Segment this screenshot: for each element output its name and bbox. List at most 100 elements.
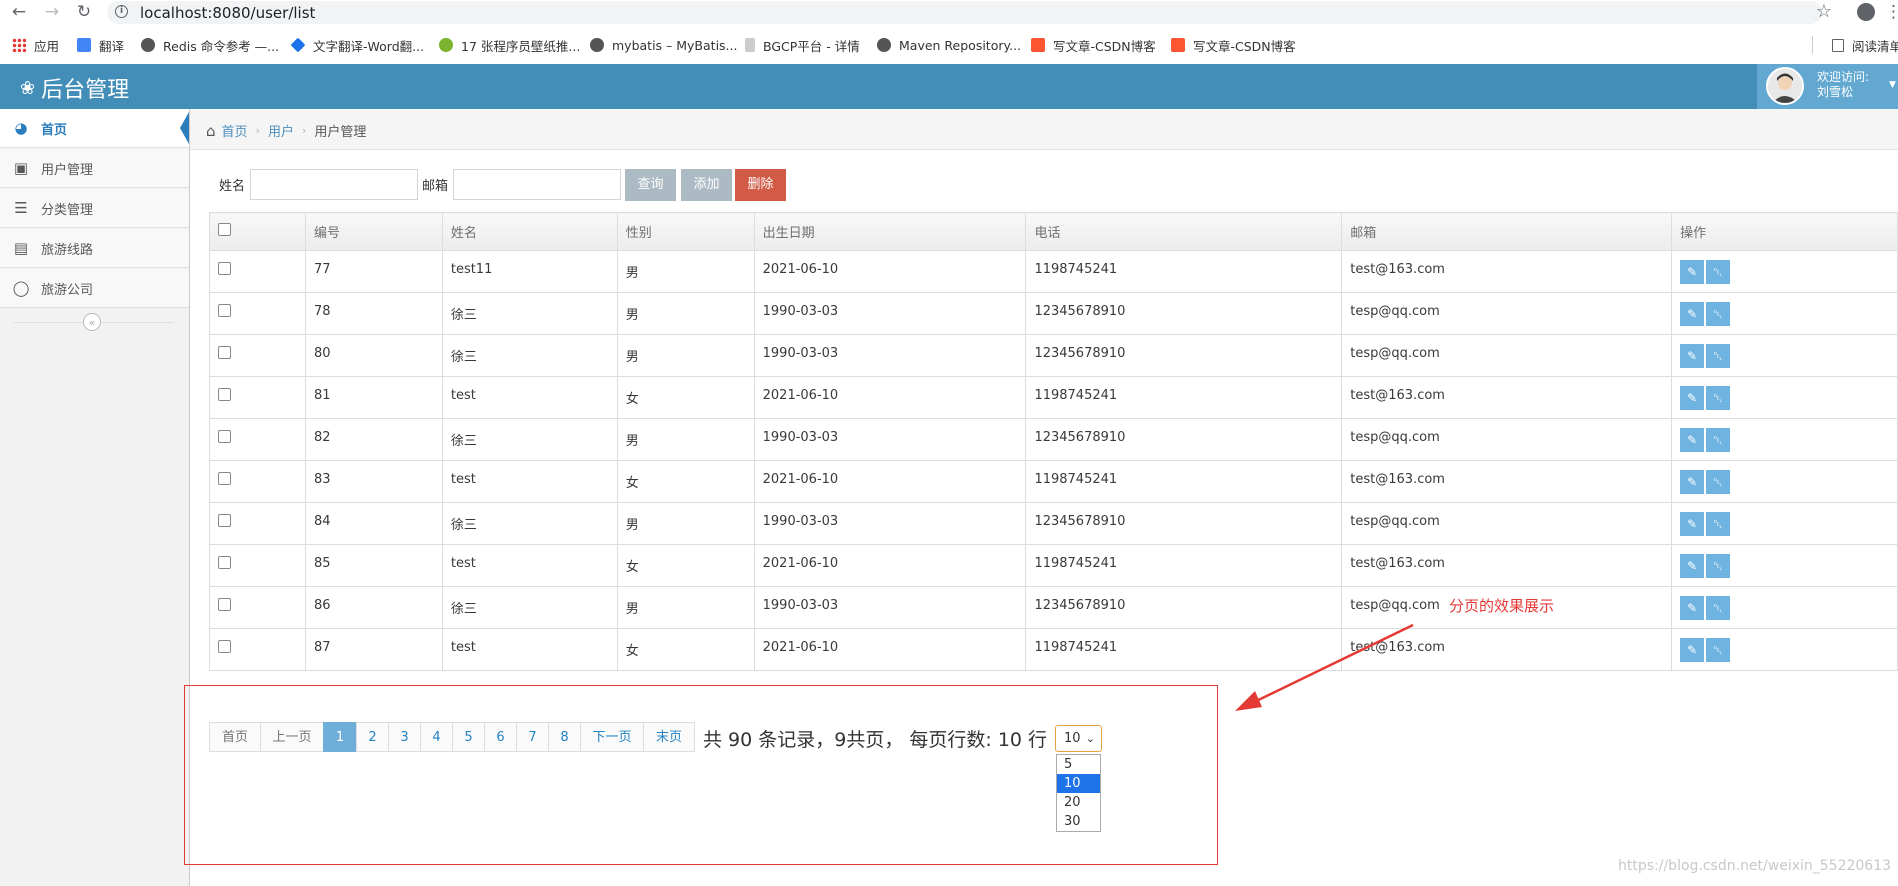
brand[interactable]: ❀ 后台管理 xyxy=(20,72,129,104)
bookmark-translate[interactable]: 翻译 xyxy=(77,36,124,54)
trash-icon[interactable]: ␡ xyxy=(1706,428,1731,452)
page-size-option[interactable]: 10 xyxy=(1057,774,1100,793)
collapse-sidebar-icon[interactable]: « xyxy=(83,313,101,331)
column-header[interactable]: 出生日期 xyxy=(753,212,1027,251)
row-checkbox[interactable] xyxy=(218,430,231,443)
reload-icon[interactable]: ↻ xyxy=(73,2,95,22)
table-cell: 80 xyxy=(304,334,443,377)
bookmark-wallpaper[interactable]: 17 张程序员壁纸推... xyxy=(439,36,580,54)
bookmark-bgcp[interactable]: BGCP平台 - 详情 xyxy=(745,36,860,54)
row-checkbox[interactable] xyxy=(218,640,231,653)
column-header[interactable]: 姓名 xyxy=(441,212,618,251)
pager-page[interactable]: 7 xyxy=(516,722,549,752)
menu-dots-icon[interactable]: ⋮ xyxy=(1885,2,1898,22)
query-button[interactable]: 查询 xyxy=(625,169,676,201)
globe-icon xyxy=(141,38,155,52)
edit-pencil-icon[interactable]: ✎ xyxy=(1680,260,1705,284)
pager-page[interactable]: 8 xyxy=(548,722,581,752)
pager-last[interactable]: 末页 xyxy=(643,722,695,752)
table-cell: 1990-03-03 xyxy=(753,502,1027,545)
trash-icon[interactable]: ␡ xyxy=(1706,554,1731,578)
table-cell: 2021-06-10 xyxy=(753,250,1027,293)
page-size-option[interactable]: 20 xyxy=(1057,793,1100,812)
name-input[interactable] xyxy=(250,169,418,200)
pager-page[interactable]: 5 xyxy=(452,722,485,752)
page-size-select[interactable]: 10 ⌄ xyxy=(1055,725,1102,752)
edit-pencil-icon[interactable]: ✎ xyxy=(1680,638,1705,662)
edit-pencil-icon[interactable]: ✎ xyxy=(1680,302,1705,326)
sidebar-item-categories[interactable]: ☰ 分类管理 xyxy=(0,189,189,228)
address-bar[interactable]: i localhost:8080/user/list xyxy=(107,1,1822,24)
pager-info: 共 90 条记录，9共页， 每页行数: 10 行 xyxy=(703,729,1048,751)
bookmark-csdn-2[interactable]: 写文章-CSDN博客 xyxy=(1171,36,1296,54)
delete-button[interactable]: 删除 xyxy=(735,169,786,201)
edit-pencil-icon[interactable]: ✎ xyxy=(1680,596,1705,620)
row-checkbox[interactable] xyxy=(218,556,231,569)
pager-prev[interactable]: 上一页 xyxy=(260,722,324,752)
column-header[interactable]: 性别 xyxy=(616,212,755,251)
sidebar-item-routes[interactable]: ▤ 旅游线路 xyxy=(0,229,189,268)
row-checkbox[interactable] xyxy=(218,472,231,485)
row-checkbox[interactable] xyxy=(218,262,231,275)
edit-pencil-icon[interactable]: ✎ xyxy=(1680,428,1705,452)
trash-icon[interactable]: ␡ xyxy=(1706,512,1731,536)
site-info-icon[interactable]: i xyxy=(115,5,128,18)
profile-icon[interactable] xyxy=(1857,3,1875,21)
page-size-option[interactable]: 5 xyxy=(1057,755,1100,774)
edit-pencil-icon[interactable]: ✎ xyxy=(1680,470,1705,494)
email-input[interactable] xyxy=(453,169,621,200)
back-arrow-icon[interactable]: ← xyxy=(8,2,30,22)
sidebar-item-home[interactable]: ◕ 首页 xyxy=(0,109,189,148)
browser-toolbar: ← → ↻ i localhost:8080/user/list ☆ ⋮ xyxy=(0,0,1898,25)
table-cell: 1990-03-03 xyxy=(753,418,1027,461)
bookmark-csdn-1[interactable]: 写文章-CSDN博客 xyxy=(1031,36,1156,54)
row-checkbox[interactable] xyxy=(218,598,231,611)
row-checkbox[interactable] xyxy=(218,388,231,401)
sidebar-item-companies[interactable]: ◯ 旅游公司 xyxy=(0,269,189,308)
reading-list[interactable]: 阅读清单 xyxy=(1832,36,1898,54)
page-size-option[interactable]: 30 xyxy=(1057,812,1100,831)
trash-icon[interactable]: ␡ xyxy=(1706,260,1731,284)
bookmark-maven[interactable]: Maven Repository... xyxy=(877,36,1021,54)
row-checkbox[interactable] xyxy=(218,514,231,527)
bookmarks-bar: 应用 翻译 Redis 命令参考 —... 文字翻译-Word翻... 17 张… xyxy=(0,25,1898,65)
bookmark-apps[interactable]: 应用 xyxy=(12,36,59,54)
page-size-value: 10 xyxy=(1064,731,1081,746)
forward-arrow-icon[interactable]: → xyxy=(41,2,63,22)
pager-first[interactable]: 首页 xyxy=(209,722,261,752)
trash-icon[interactable]: ␡ xyxy=(1706,386,1731,410)
add-button[interactable]: 添加 xyxy=(681,169,732,201)
bookmark-mybatis[interactable]: mybatis – MyBatis... xyxy=(590,36,737,54)
breadcrumb-home[interactable]: 首页 xyxy=(222,121,248,140)
row-select-cell xyxy=(209,586,306,629)
trash-icon[interactable]: ␡ xyxy=(1706,638,1731,662)
edit-pencil-icon[interactable]: ✎ xyxy=(1680,554,1705,578)
column-header[interactable]: 编号 xyxy=(304,212,443,251)
breadcrumb-users[interactable]: 用户 xyxy=(268,121,294,140)
column-header[interactable]: 电话 xyxy=(1025,212,1343,251)
pager-page[interactable]: 4 xyxy=(420,722,453,752)
row-checkbox[interactable] xyxy=(218,346,231,359)
user-menu[interactable]: 欢迎访问: 刘雪松 ▼ xyxy=(1757,64,1898,109)
bookmark-star-icon[interactable]: ☆ xyxy=(1813,2,1835,22)
edit-pencil-icon[interactable]: ✎ xyxy=(1680,386,1705,410)
pager-page[interactable]: 3 xyxy=(388,722,421,752)
translate-icon xyxy=(77,38,91,52)
table-cell: 2021-06-10 xyxy=(753,376,1027,419)
pager-page[interactable]: 2 xyxy=(356,722,389,752)
column-header[interactable]: 邮箱 xyxy=(1341,212,1673,251)
pager-page[interactable]: 1 xyxy=(323,722,357,752)
trash-icon[interactable]: ␡ xyxy=(1706,302,1731,326)
edit-pencil-icon[interactable]: ✎ xyxy=(1680,344,1705,368)
trash-icon[interactable]: ␡ xyxy=(1706,344,1731,368)
edit-pencil-icon[interactable]: ✎ xyxy=(1680,512,1705,536)
pager-page[interactable]: 6 xyxy=(484,722,517,752)
trash-icon[interactable]: ␡ xyxy=(1706,470,1731,494)
sidebar-item-users[interactable]: ▣ 用户管理 xyxy=(0,149,189,188)
bookmark-redis[interactable]: Redis 命令参考 —... xyxy=(141,36,279,54)
select-all-checkbox[interactable] xyxy=(218,223,231,236)
row-checkbox[interactable] xyxy=(218,304,231,317)
pager-next[interactable]: 下一页 xyxy=(580,722,644,752)
trash-icon[interactable]: ␡ xyxy=(1706,596,1731,620)
bookmark-word-translate[interactable]: 文字翻译-Word翻... xyxy=(290,36,424,54)
